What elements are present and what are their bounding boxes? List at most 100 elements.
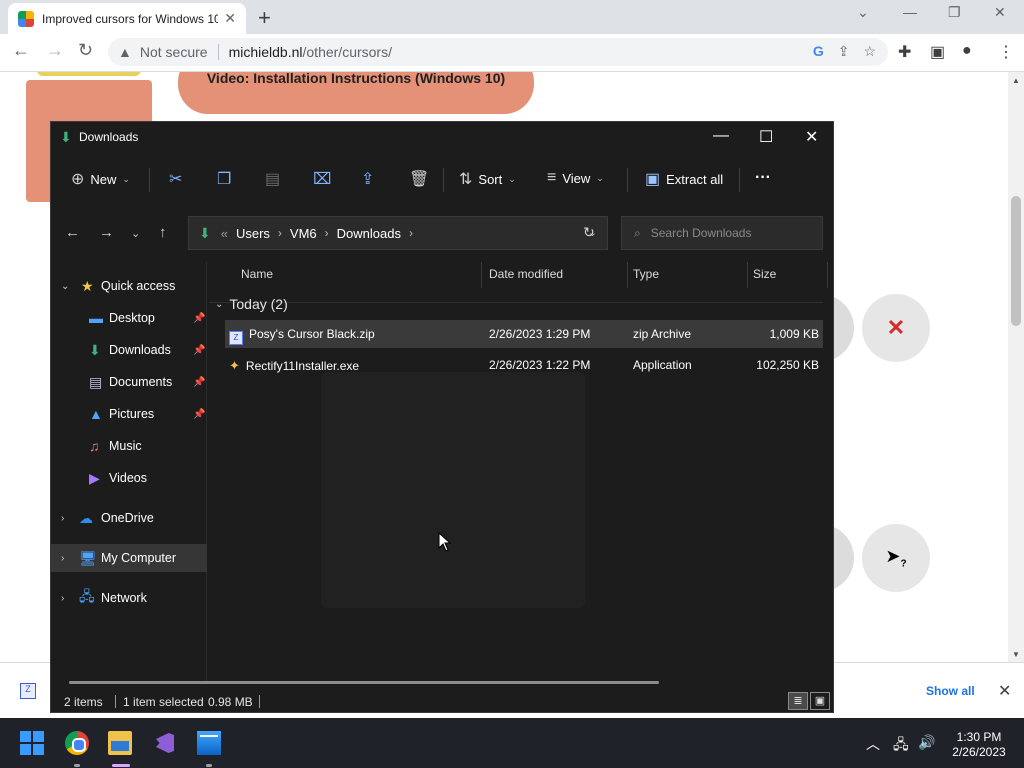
collapsed-chevron-icon[interactable]: › [61,593,64,604]
refresh-icon[interactable]: ↻ [583,224,595,241]
tab-search-chevron-icon[interactable]: ⌄ [857,4,869,21]
zip-file-icon[interactable]: Z [20,683,36,699]
breadcrumb-vm6[interactable]: VM6 [290,226,317,241]
column-divider[interactable] [827,262,828,288]
system-clock[interactable]: 1:30 PM 2/26/2023 [944,730,1014,760]
sort-button[interactable]: ⇅ Sort ⌄ [459,169,516,189]
sidebar-item-documents[interactable]: ▤ Documents 📌 [51,368,207,396]
minimize-icon[interactable]: — [713,127,729,145]
group-collapse-chevron-icon[interactable]: ⌄ [215,299,223,310]
maximize-icon[interactable]: ☐ [759,127,773,147]
copy-button[interactable]: ❐ [217,169,231,189]
column-type[interactable]: Type [633,267,659,281]
group-header-today[interactable]: ⌄ Today (2) [215,296,288,312]
breadcrumb-chevron-icon[interactable]: › [325,226,329,240]
sidebar-item-videos[interactable]: ▶ Videos [51,464,207,492]
volume-tray-icon[interactable]: 🔊 [918,734,935,751]
sidebar-item-network[interactable]: › 🖧 Network [51,584,207,612]
rectify-installer-taskbar-icon[interactable] [197,731,221,755]
expanded-chevron-icon[interactable]: ⌄ [61,281,69,292]
close-icon[interactable]: ✕ [805,127,818,147]
horizontal-scrollbar[interactable] [69,681,659,684]
new-button[interactable]: ⊕ New ⌄ [71,169,130,189]
scroll-up-icon[interactable]: ▲ [1012,76,1020,85]
details-view-icon[interactable]: ≣ [788,692,808,710]
pin-icon[interactable]: 📌 [193,345,205,356]
menu-kebab-icon[interactable]: ⋮ [998,42,1014,62]
extract-all-button[interactable]: ▣ Extract all [645,169,723,189]
search-input[interactable]: ⌕ Search Downloads [621,216,823,250]
breadcrumb-users[interactable]: Users [236,226,270,241]
cut-button[interactable]: ✂ [169,169,182,189]
breadcrumb-overflow[interactable]: « [221,226,228,241]
yellow-button-edge[interactable] [37,72,141,76]
collapsed-chevron-icon[interactable]: › [61,553,64,564]
extensions-puzzle-icon[interactable]: ✚ [898,42,911,62]
pin-icon[interactable]: 📌 [193,377,205,388]
warning-icon[interactable]: ▲ [118,44,132,60]
start-windows-icon[interactable] [20,731,44,755]
sidebar-item-my-computer[interactable]: › 🖥 My Computer [51,544,207,572]
scroll-down-icon[interactable]: ▼ [1012,650,1020,659]
address-breadcrumb[interactable]: ⬇ « Users › VM6 › Downloads › ⌄ [188,216,608,250]
back-arrow-icon[interactable]: ← [65,224,80,241]
share-icon[interactable]: ⇪ [838,43,850,60]
view-button[interactable]: ≡ View ⌄ [547,169,604,187]
column-size[interactable]: Size [753,267,776,281]
sidebar-item-quick-access[interactable]: ⌄ ★ Quick access [51,272,207,300]
sidebar-item-music[interactable]: ♫ Music [51,432,207,460]
sidebar-item-downloads[interactable]: ⬇ Downloads 📌 [51,336,207,364]
column-divider[interactable] [627,262,628,288]
explorer-titlebar[interactable]: ⬇ Downloads — ☐ ✕ [51,122,833,152]
bookmark-star-icon[interactable]: ☆ [863,43,876,60]
visual-studio-taskbar-icon[interactable] [153,731,177,755]
tab-close-icon[interactable]: ✕ [224,10,236,27]
profile-avatar-icon[interactable]: ● [962,42,972,60]
sidebar-item-desktop[interactable]: ▬ Desktop 📌 [51,304,207,332]
more-options-button[interactable]: ··· [755,169,771,187]
recent-locations-chevron-icon[interactable]: ⌄ [131,227,140,240]
cursor-preview-unavailable[interactable]: ✕ [862,294,930,362]
breadcrumb-downloads[interactable]: Downloads [337,226,401,241]
sidebar-item-pictures[interactable]: ▲ Pictures 📌 [51,400,207,428]
pin-icon[interactable]: 📌 [193,313,205,324]
share-button[interactable]: ⇪ [361,169,374,189]
column-date-modified[interactable]: Date modified [489,267,563,281]
breadcrumb-chevron-icon[interactable]: › [409,226,413,240]
sidebar-item-onedrive[interactable]: › ☁ OneDrive [51,504,207,532]
browser-tab[interactable]: Improved cursors for Windows 10 ✕ [8,3,246,34]
restore-icon[interactable]: ❐ [948,4,961,21]
forward-arrow-icon[interactable]: → [99,224,114,241]
show-all-link[interactable]: Show all [926,684,975,698]
large-icons-view-icon[interactable]: ▣ [810,692,830,710]
column-divider[interactable] [481,262,482,288]
pin-icon[interactable]: 📌 [193,409,205,420]
network-tray-icon[interactable]: 🖧 [893,734,909,758]
minimize-icon[interactable]: — [903,4,917,20]
address-bar[interactable]: ▲ Not secure michieldb.nl/other/cursors/… [108,38,888,66]
new-tab-button[interactable]: + [258,5,271,31]
paste-button[interactable]: ▤ [265,169,280,189]
scrollbar-thumb[interactable] [1011,196,1021,326]
side-panel-icon[interactable]: ▣ [930,42,945,62]
file-explorer-taskbar-icon[interactable] [108,731,132,755]
delete-button[interactable]: 🗑 [409,169,429,189]
back-icon[interactable]: ← [12,40,30,61]
close-window-icon[interactable]: ✕ [994,4,1006,21]
cursor-preview-help[interactable]: ➤? [862,524,930,592]
tray-overflow-chevron-icon[interactable]: ︿ [866,734,880,754]
rename-button[interactable]: ⌧ [313,169,331,189]
collapsed-chevron-icon[interactable]: › [61,513,64,524]
breadcrumb-chevron-icon[interactable]: › [278,226,282,240]
up-arrow-icon[interactable]: ↑ [159,224,167,241]
column-name[interactable]: Name [241,267,273,281]
close-shelf-icon[interactable]: ✕ [998,681,1011,701]
forward-icon[interactable]: → [46,40,64,61]
video-instructions-button[interactable]: Video: Installation Instructions (Window… [178,72,534,114]
security-status[interactable]: Not secure [140,44,208,60]
page-scrollbar[interactable]: ▲ ▼ [1008,72,1024,662]
google-lens-icon[interactable]: G [813,43,824,60]
column-divider[interactable] [747,262,748,288]
reload-icon[interactable]: ↻ [78,40,93,61]
file-row-posy-zip[interactable]: Z Posy's Cursor Black.zip 2/26/2023 1:29 … [225,320,823,348]
